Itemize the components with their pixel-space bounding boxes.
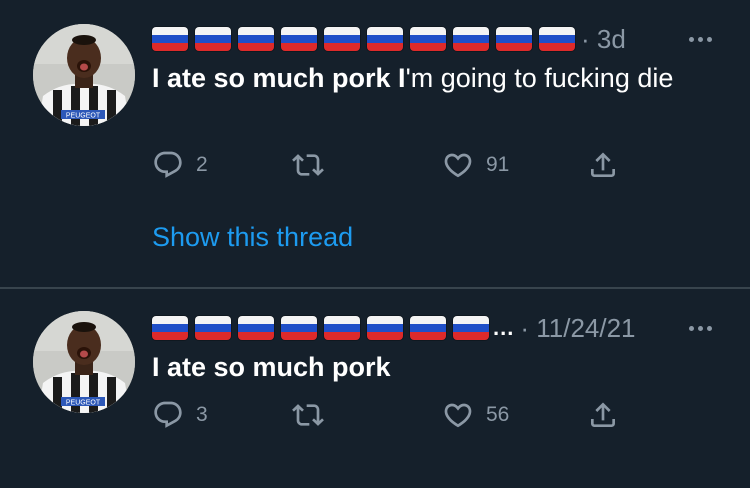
tweet-actions: 2 91 (152, 149, 632, 185)
avatar[interactable]: PEUGEOT (33, 311, 135, 413)
display-name-flags[interactable] (152, 27, 575, 51)
author-row: · 3d (152, 24, 626, 54)
russia-flag-icon (453, 316, 489, 340)
russia-flag-icon (152, 316, 188, 340)
name-truncation: ... (493, 315, 515, 340)
retweet-icon (292, 154, 324, 176)
like-count: 56 (486, 403, 510, 426)
like-icon (444, 153, 472, 178)
tweet-text: I ate so much pork (152, 347, 712, 387)
russia-flag-icon (496, 27, 532, 51)
tweet[interactable]: PEUGEOT · 3d I ate so much pork I'm goin… (0, 0, 750, 287)
russia-flag-icon (238, 27, 274, 51)
russia-flag-icon (195, 27, 231, 51)
jersey-sponsor: PEUGEOT (66, 113, 101, 120)
timestamp[interactable]: · 11/24/21 (520, 313, 635, 344)
tweet-text-bold: I ate so much pork (152, 352, 391, 382)
jersey-sponsor: PEUGEOT (66, 400, 101, 407)
russia-flag-icon (453, 27, 489, 51)
reply-button[interactable]: 2 (152, 149, 208, 181)
russia-flag-icon (539, 27, 575, 51)
russia-flag-icon (410, 27, 446, 51)
share-icon (591, 402, 615, 427)
display-name-flags[interactable] (152, 316, 489, 340)
more-icon[interactable] (684, 319, 716, 337)
russia-flag-icon (281, 27, 317, 51)
reply-icon (154, 401, 182, 428)
reply-icon (154, 151, 182, 178)
avatar[interactable]: PEUGEOT (33, 24, 135, 126)
retweet-button[interactable] (292, 149, 336, 181)
russia-flag-icon (410, 316, 446, 340)
reply-button[interactable]: 3 (152, 399, 208, 431)
tweet[interactable]: PEUGEOT ... · 11/24/21 I ate so much por… (0, 289, 750, 488)
share-button[interactable] (587, 149, 619, 181)
retweet-button[interactable] (292, 399, 336, 431)
russia-flag-icon (367, 316, 403, 340)
tweet-text-rest: 'm going to fucking die (405, 63, 674, 93)
reply-count: 3 (196, 403, 208, 426)
show-thread-link[interactable]: Show this thread (152, 222, 353, 253)
retweet-icon (292, 404, 324, 426)
more-icon[interactable] (684, 30, 716, 48)
russia-flag-icon (281, 316, 317, 340)
russia-flag-icon (238, 316, 274, 340)
share-icon (591, 152, 615, 177)
timestamp[interactable]: · 3d (581, 24, 626, 55)
like-button[interactable]: 56 (442, 399, 509, 431)
russia-flag-icon (195, 316, 231, 340)
russia-flag-icon (324, 316, 360, 340)
tweet-actions: 3 56 (152, 399, 632, 435)
tweet-text: I ate so much pork I'm going to fucking … (152, 58, 712, 98)
like-count: 91 (486, 153, 510, 176)
russia-flag-icon (324, 27, 360, 51)
like-button[interactable]: 91 (442, 149, 509, 181)
russia-flag-icon (367, 27, 403, 51)
like-icon (444, 403, 472, 428)
share-button[interactable] (587, 399, 619, 431)
reply-count: 2 (196, 153, 208, 176)
tweet-text-bold: I ate so much pork I (152, 63, 406, 93)
author-row: ... · 11/24/21 (152, 313, 636, 343)
russia-flag-icon (152, 27, 188, 51)
